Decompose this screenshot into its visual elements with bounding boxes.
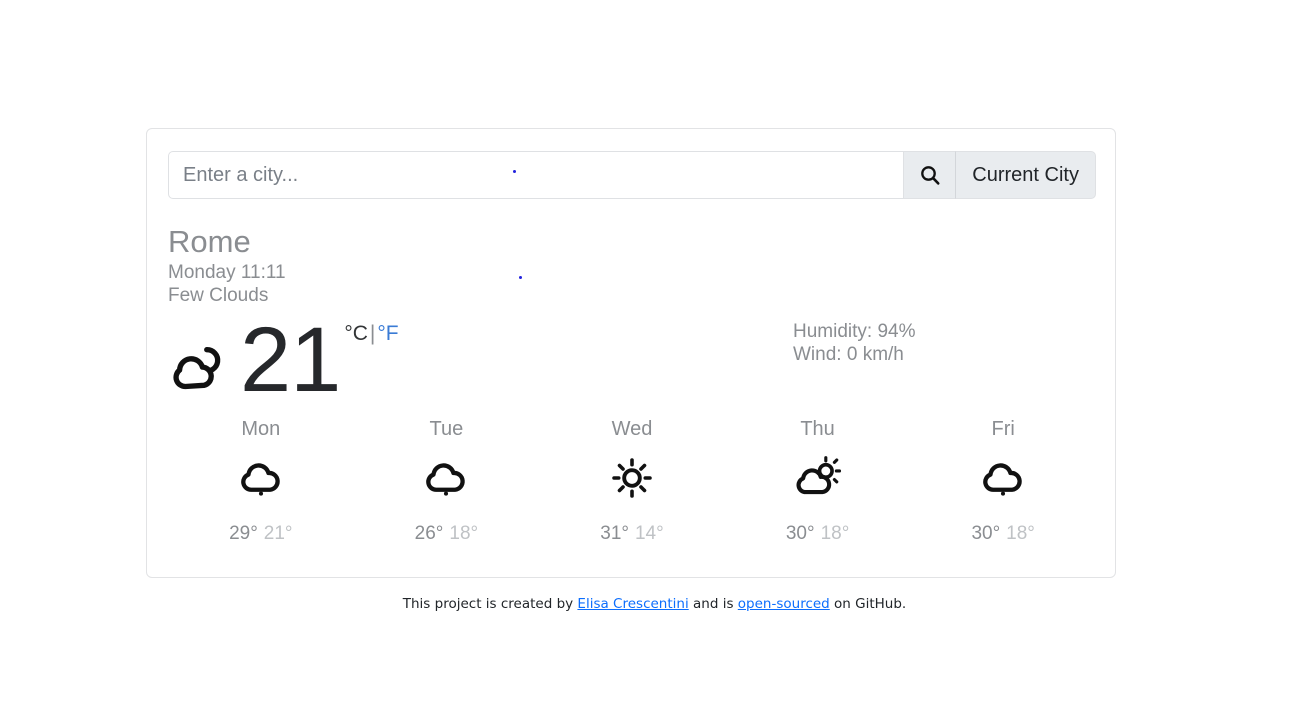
- forecast-temp-max: 30°: [785, 523, 815, 544]
- forecast-day-temps: 26° 18°: [354, 523, 540, 545]
- unit-toggle: °C|°F: [344, 322, 398, 346]
- forecast-temp-min: 21°: [263, 523, 293, 544]
- cursor-dot: [513, 170, 516, 173]
- forecast-day: Wed 31° 14°: [539, 417, 725, 545]
- cloud-icon: [426, 463, 466, 496]
- forecast-day-label: Wed: [611, 418, 653, 440]
- forecast-temp-max: 31°: [600, 523, 629, 544]
- forecast-temp-min: 14°: [634, 523, 664, 544]
- forecast-day-label: Mon: [241, 418, 281, 440]
- unit-separator: |: [369, 322, 376, 345]
- footer-text-middle: and is: [688, 596, 738, 612]
- city-info: Rome Monday 11:11 Few Clouds: [168, 223, 286, 307]
- forecast-day: Mon 29° 21°: [168, 417, 354, 545]
- forecast-day-label: Thu: [800, 418, 835, 440]
- open-source-link[interactable]: open-sourced: [738, 596, 830, 612]
- search-input[interactable]: [168, 151, 905, 199]
- forecast-temp-max: 30°: [971, 523, 1001, 544]
- forecast-day: Tue 26° 18°: [354, 417, 540, 545]
- forecast-day-label: Fri: [991, 418, 1015, 440]
- cloud-icon: [240, 463, 280, 496]
- unit-celsius[interactable]: °C: [344, 322, 368, 345]
- city-name: Rome: [168, 224, 251, 259]
- search-bar: Current City: [168, 151, 1096, 199]
- footer-text-before: This project is created by: [402, 596, 578, 612]
- weather-description: Few Clouds: [168, 285, 269, 306]
- forecast-day-temps: 30° 18°: [725, 523, 911, 545]
- humidity-value: Humidity: 94%: [793, 321, 916, 342]
- forecast-day-label: Tue: [429, 418, 464, 440]
- current-conditions: 21 °C|°F Humidity: 94% Wind: 0 km/h: [168, 314, 1096, 409]
- sun-behind-cloud-icon: [796, 456, 841, 495]
- current-temperature: 21: [240, 309, 341, 411]
- footer: This project is created by Elisa Crescen…: [0, 594, 1309, 614]
- search-icon: [920, 166, 940, 185]
- forecast-temp-min: 18°: [820, 523, 850, 544]
- wind-value: Wind: 0 km/h: [793, 344, 904, 365]
- forecast-day-temps: 29° 21°: [168, 523, 354, 545]
- forecast-day-temps: 30° 18°: [910, 523, 1096, 545]
- cloud-icon: [983, 463, 1022, 496]
- sun-behind-cloud-icon: [173, 347, 221, 390]
- app-page: Current City Rome Monday 11:11 Few Cloud…: [0, 0, 1309, 724]
- weather-metrics: Humidity: 94% Wind: 0 km/h: [793, 320, 916, 366]
- footer-text-after: on GitHub.: [829, 596, 907, 612]
- forecast-temp-min: 18°: [1006, 523, 1035, 544]
- forecast-day: Thu 30° 18°: [725, 417, 911, 545]
- temperature-group: 21 °C|°F: [168, 314, 399, 406]
- sun-icon: [612, 458, 652, 498]
- author-link[interactable]: Elisa Crescentini: [577, 596, 688, 612]
- cursor-dot: [519, 276, 522, 279]
- forecast-day: Fri 30° 18°: [910, 417, 1096, 545]
- forecast-row: Mon 29° 21° Tue 26° 18° Wed 31° 14° Thu …: [168, 417, 1096, 545]
- forecast-temp-max: 29°: [229, 523, 258, 544]
- current-city-button[interactable]: Current City: [956, 151, 1096, 199]
- search-button[interactable]: [904, 151, 957, 199]
- forecast-day-temps: 31° 14°: [539, 523, 725, 545]
- unit-fahrenheit[interactable]: °F: [377, 322, 398, 345]
- city-datetime: Monday 11:11: [168, 262, 286, 283]
- forecast-temp-max: 26°: [414, 523, 444, 544]
- weather-card: Current City Rome Monday 11:11 Few Cloud…: [146, 128, 1116, 578]
- forecast-temp-min: 18°: [449, 523, 479, 544]
